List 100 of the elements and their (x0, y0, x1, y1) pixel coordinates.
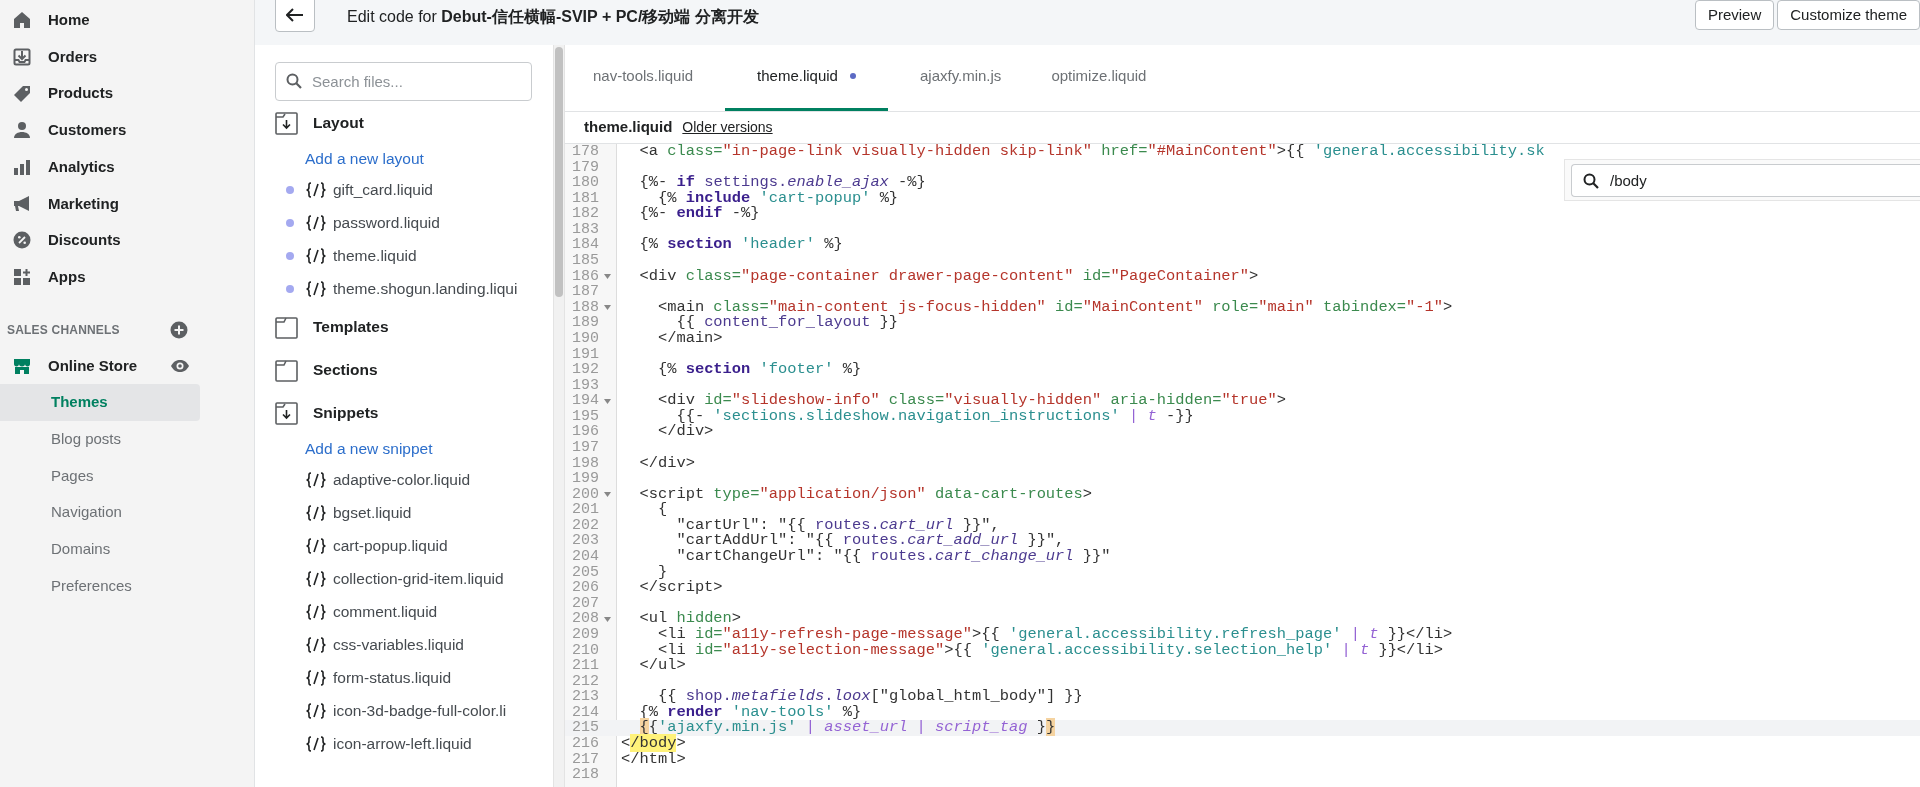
file-item[interactable]: collection-grid-item.liquid (305, 566, 504, 591)
code-braces-icon (305, 735, 327, 752)
line-number: 188 (571, 299, 599, 316)
fold-triangle-icon[interactable] (604, 492, 611, 497)
folder-item[interactable]: Sections (275, 349, 553, 391)
folder-download-icon (275, 111, 298, 135)
nav-item[interactable]: Products (0, 75, 254, 113)
code-line: {% render 'nav-tools' %} (638, 704, 862, 721)
scrollbar-thumb[interactable] (555, 47, 563, 297)
code-line: {{ shop.metafields.loox["global_html_body"] }} (657, 689, 1083, 705)
code-line: "cartAddUrl": "{{ routes.cart_add_url }}", (675, 533, 1065, 550)
code-line: </div> (638, 455, 695, 472)
editor-tab[interactable]: optimize.liquid (1033, 44, 1165, 111)
line-number: 200 (571, 486, 599, 503)
line-number: 203 (571, 533, 599, 550)
editor-tab[interactable]: nav-tools.liquid (575, 44, 712, 111)
file-item[interactable]: password.liquid (305, 210, 440, 235)
line-number: 210 (571, 642, 599, 659)
file-item[interactable]: theme.shogun.landing.liqui (305, 276, 518, 301)
line-number: 206 (571, 580, 599, 596)
code-line: "cartChangeUrl": "{{ routes.cart_change_url }}" (675, 549, 1111, 565)
folder-icon (275, 358, 298, 382)
add-file-link[interactable]: Add a new layout (305, 144, 424, 173)
line-number: 179 (571, 159, 599, 176)
unsaved-dot-icon (849, 73, 856, 79)
back-button[interactable] (275, 0, 315, 32)
line-number: 211 (571, 658, 599, 674)
folder-icon (275, 315, 298, 339)
file-item[interactable]: bgset.liquid (305, 500, 412, 525)
code-line: </div> (656, 424, 714, 440)
code-line: <li id="a11y-selection-message">{{ 'general.accessibility.selection_help' | t }}</li> (657, 642, 1444, 659)
nav-subitem[interactable]: Pages (0, 457, 200, 495)
code-line: <main class="main-content js-focus-hidden" id="MainContent" role="main" tabindex="-1"> (656, 299, 1453, 316)
code-braces-icon (305, 570, 327, 587)
file-item[interactable]: adaptive-color.liquid (305, 467, 470, 492)
header-button[interactable]: Preview (1694, 0, 1775, 30)
nav-item[interactable]: Apps (0, 258, 254, 296)
line-number: 185 (571, 253, 599, 269)
nav-subitem[interactable]: Preferences (0, 567, 200, 605)
code-braces-icon (305, 181, 327, 198)
code-line: {%- endif -%} (638, 206, 760, 222)
line-number: 216 (571, 735, 599, 752)
nav-item[interactable]: Discounts (0, 222, 254, 259)
find-field[interactable]: /body (1571, 164, 1920, 197)
line-number: 213 (571, 689, 599, 705)
code-line: {{ content_for_layout }} (676, 315, 899, 331)
nav-subitem[interactable]: Domains (0, 530, 200, 568)
code-braces-icon (305, 280, 327, 297)
apps-grid-icon (12, 267, 32, 288)
nav-subitem[interactable]: Themes (0, 384, 200, 421)
line-number: 184 (571, 237, 599, 254)
code-line: {% section 'footer' %} (656, 362, 862, 378)
file-item[interactable]: icon-arrow-left.liquid (305, 731, 472, 756)
add-file-link[interactable]: Add a new snippet (305, 434, 433, 463)
line-number: 191 (571, 346, 599, 363)
older-versions-link[interactable]: Older versions (682, 117, 773, 138)
file-item[interactable]: form-status.liquid (305, 665, 451, 690)
line-number: 204 (571, 549, 599, 565)
line-number: 196 (571, 424, 599, 440)
folder-item[interactable]: Snippets (275, 392, 553, 434)
code-braces-icon (305, 247, 327, 264)
file-item[interactable]: css-variables.liquid (305, 632, 464, 657)
file-item[interactable]: icon-3d-badge-full-color.li (305, 698, 507, 723)
line-number: 207 (571, 595, 599, 612)
folder-item[interactable]: Templates (275, 306, 553, 348)
code-braces-icon (305, 636, 327, 653)
fold-triangle-icon[interactable] (604, 616, 611, 622)
nav-item[interactable]: Home (0, 2, 254, 39)
line-number: 201 (571, 502, 599, 518)
editor-tab[interactable]: theme.liquid (725, 44, 888, 111)
editor-tab[interactable]: ajaxfy.min.js (901, 44, 1020, 111)
nav-item[interactable]: Customers (0, 112, 254, 149)
nav-subitem[interactable]: Blog posts (0, 420, 200, 458)
code-line: </html> (620, 751, 686, 768)
header-button[interactable]: Customize theme (1777, 0, 1920, 30)
nav-item[interactable]: Marketing (0, 185, 254, 223)
folder-item[interactable]: Layout (275, 102, 553, 144)
line-number: 218 (571, 767, 599, 783)
person-icon (12, 120, 32, 141)
code-braces-icon (305, 537, 327, 554)
code-line: {% include 'cart-popup' %} (657, 190, 899, 207)
code-braces-icon (305, 471, 327, 488)
fold-triangle-icon[interactable] (604, 273, 611, 279)
file-item[interactable]: comment.liquid (305, 599, 438, 624)
search-field[interactable]: Search files... (275, 62, 532, 101)
plus-circle-icon[interactable] (170, 320, 188, 339)
file-item[interactable]: gift_card.liquid (305, 177, 433, 202)
file-item[interactable]: theme.liquid (305, 243, 417, 268)
line-number: 178 (571, 144, 599, 160)
nav-item[interactable]: Orders (0, 38, 254, 76)
file-item[interactable]: cart-popup.liquid (305, 533, 448, 558)
fold-triangle-icon[interactable] (604, 398, 611, 404)
line-number: 208 (571, 611, 599, 627)
line-number: 202 (571, 517, 599, 534)
nav-subitem[interactable]: Navigation (0, 494, 200, 531)
nav-item[interactable]: Online Store (12, 354, 138, 378)
nav-item[interactable]: Analytics (0, 148, 254, 186)
fold-triangle-icon[interactable] (604, 305, 611, 311)
line-number: 215 (571, 720, 599, 736)
code-braces-icon (305, 603, 327, 620)
